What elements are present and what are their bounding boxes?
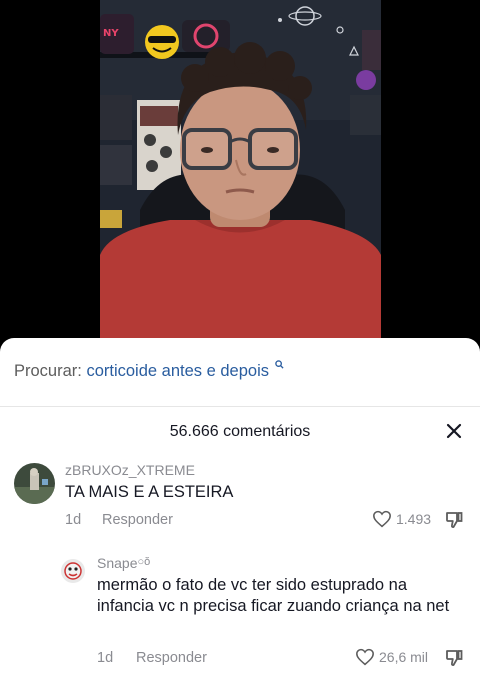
search-prefix-label: Procurar: [14,362,82,380]
svg-text:NY: NY [103,28,119,39]
close-icon[interactable] [443,420,465,442]
video-still-image: NY [100,0,381,345]
comment-timestamp: 1d [65,512,82,528]
heart-icon [373,510,391,528]
comment-timestamp: 1d [97,650,114,666]
search-suggestion-icon [274,360,284,369]
avatar[interactable] [61,559,85,583]
comment-username[interactable]: Snape○ŏ [97,555,150,571]
search-query-link[interactable]: corticoide antes e depois [86,362,269,380]
video-player[interactable]: NY [0,0,480,345]
heart-icon [356,648,374,666]
comment-text: TA MAIS E A ESTEIRA [65,483,234,501]
dislike-icon[interactable] [444,510,464,530]
video-frame: NY [100,0,381,345]
search-divider [0,406,480,407]
comments-count-title: 56.666 comentários [169,423,311,440]
comments-sheet: Procurar: corticoide antes e depois 56.6… [0,338,480,680]
like-button[interactable]: 26,6 mil [355,648,428,666]
like-count: 1.493 [396,511,432,527]
reply-button[interactable]: Responder [136,650,207,666]
reply-button[interactable]: Responder [102,512,173,528]
related-search-bar[interactable]: Procurar: corticoide antes e depois [14,360,284,381]
comment-username[interactable]: zBRUXOz_XTREME [65,462,195,478]
like-count: 26,6 mil [379,649,429,665]
username-decoration: ○ŏ [137,556,151,568]
dislike-icon[interactable] [444,648,464,668]
avatar[interactable] [14,463,55,504]
like-button[interactable]: 1.493 [372,510,431,528]
username-text: Snape [97,555,138,571]
comment-text: mermão o fato de vc ter sido estuprado n… [97,576,450,615]
